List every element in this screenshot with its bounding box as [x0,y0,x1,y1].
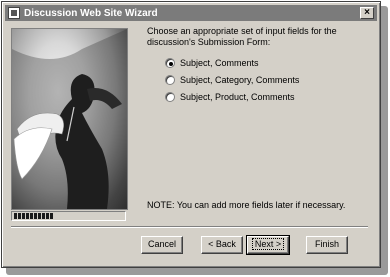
next-button-label[interactable]: Next > [251,238,285,250]
option-label[interactable]: Subject, Comments [180,58,259,68]
finish-button[interactable]: Finish [306,236,348,254]
radio-button[interactable] [165,92,175,102]
option-label[interactable]: Subject, Category, Comments [180,75,299,85]
form-prompt-text: Choose an appropriate set of input field… [147,26,337,47]
progress-block [18,213,21,219]
progress-block [38,213,41,219]
next-button[interactable]: Next > [246,235,290,255]
progress-block [22,213,25,219]
progress-block [46,213,49,219]
progress-block [14,213,17,219]
title-bar[interactable]: Discussion Web Site Wizard × [5,5,377,21]
wizard-progress-bar [11,211,126,221]
option-subject-category-comments[interactable]: Subject, Category, Comments [165,75,299,85]
progress-block [50,213,53,219]
button-separator [11,226,368,228]
window-title: Discussion Web Site Wizard [24,7,158,19]
back-button[interactable]: < Back [201,236,243,254]
close-button[interactable]: × [360,7,374,19]
radio-button[interactable] [165,75,175,85]
figure-illustration [12,29,127,209]
wizard-app-icon [8,7,20,19]
progress-block [30,213,33,219]
cancel-button[interactable]: Cancel [141,236,183,254]
note-text: NOTE: You can add more fields later if n… [147,200,346,210]
progress-block [26,213,29,219]
progress-block [34,213,37,219]
radio-button[interactable] [165,58,175,68]
progress-block [42,213,45,219]
option-subject-comments[interactable]: Subject, Comments [165,58,259,68]
option-subject-product-comments[interactable]: Subject, Product, Comments [165,92,295,102]
wizard-banner-image [11,28,128,210]
option-label[interactable]: Subject, Product, Comments [180,92,295,102]
